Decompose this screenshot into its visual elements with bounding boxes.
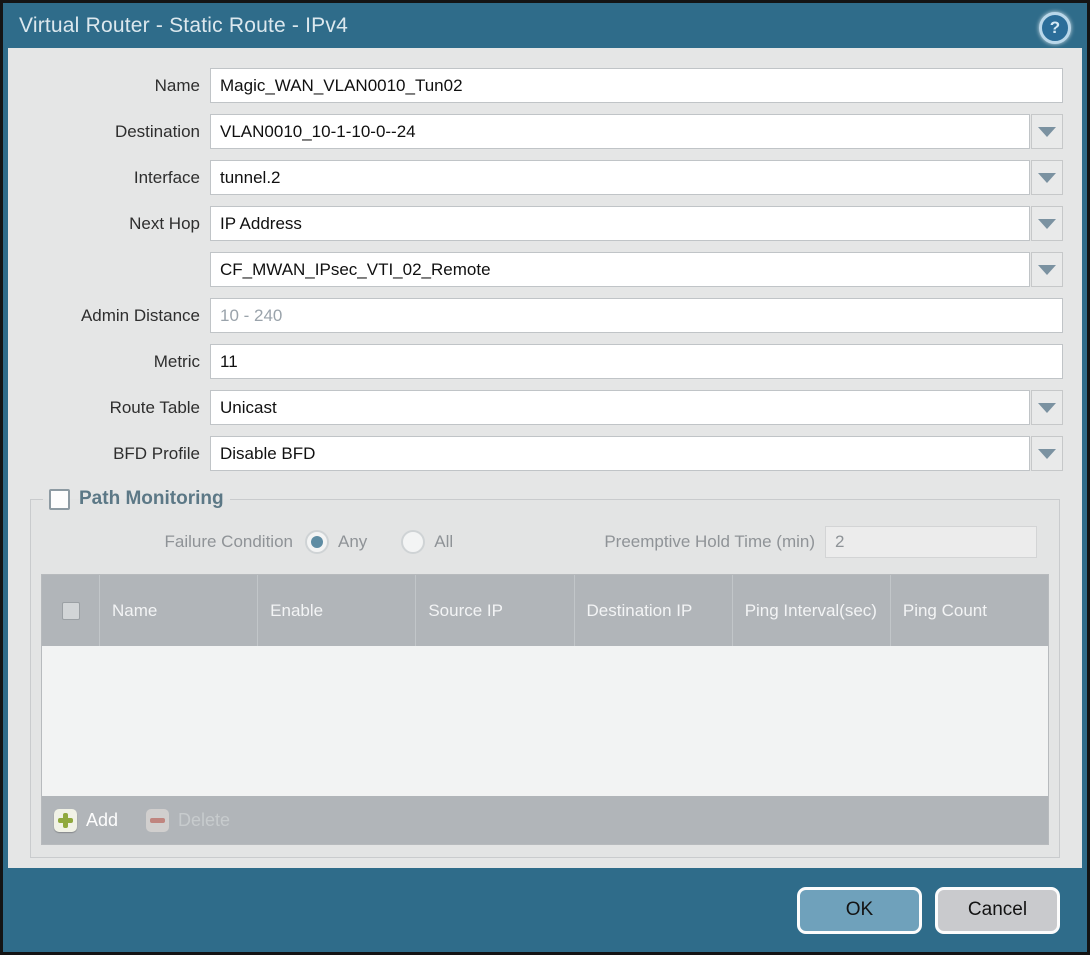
next-hop-type-input[interactable] <box>210 206 1030 241</box>
delete-button[interactable]: Delete <box>146 809 230 832</box>
path-monitoring-table: Name Enable Source IP Destination IP Pin… <box>41 574 1049 845</box>
failure-condition-options: Any All <box>305 530 487 554</box>
route-table-label: Route Table <box>8 398 210 418</box>
table-header-row: Name Enable Source IP Destination IP Pin… <box>42 575 1048 646</box>
failure-condition-label: Failure Condition <box>39 532 305 552</box>
next-hop-address-input[interactable] <box>210 252 1030 287</box>
minus-icon <box>146 809 169 832</box>
bfd-profile-row: BFD Profile <box>8 436 1063 471</box>
radio-label-all: All <box>434 532 453 552</box>
table-toolbar: Add Delete <box>42 796 1048 844</box>
next-hop-label: Next Hop <box>8 214 210 234</box>
interface-input[interactable] <box>210 160 1030 195</box>
next-hop-address-dropdown-button[interactable] <box>1031 252 1063 287</box>
route-table-dropdown-button[interactable] <box>1031 390 1063 425</box>
preemptive-hold-label: Preemptive Hold Time (min) <box>604 532 825 552</box>
path-monitoring-fieldset: Path Monitoring Failure Condition Any Al… <box>30 488 1060 858</box>
admin-distance-label: Admin Distance <box>8 306 210 326</box>
next-hop-address-row <box>8 252 1063 287</box>
route-table-input[interactable] <box>210 390 1030 425</box>
add-button[interactable]: Add <box>54 809 118 832</box>
failure-condition-row: Failure Condition Any All Preemptive Hol… <box>39 526 1037 558</box>
name-label: Name <box>8 76 210 96</box>
column-header-name[interactable]: Name <box>99 575 257 646</box>
radio-label-any: Any <box>338 532 367 552</box>
cancel-button[interactable]: Cancel <box>935 887 1060 934</box>
radio-option-all[interactable]: All <box>401 530 453 554</box>
radio-icon-all <box>401 530 425 554</box>
static-route-dialog: Virtual Router - Static Route - IPv4 ? N… <box>0 0 1090 955</box>
dialog-title: Virtual Router - Static Route - IPv4 <box>19 14 348 38</box>
ok-button[interactable]: OK <box>797 887 922 934</box>
next-hop-type-dropdown-button[interactable] <box>1031 206 1063 241</box>
chevron-down-icon <box>1038 265 1056 275</box>
title-bar: Virtual Router - Static Route - IPv4 <box>3 3 1087 48</box>
chevron-down-icon <box>1038 449 1056 459</box>
chevron-down-icon <box>1038 173 1056 183</box>
admin-distance-input[interactable] <box>210 298 1063 333</box>
help-icon[interactable]: ? <box>1039 12 1071 44</box>
name-row: Name <box>8 68 1063 103</box>
bfd-profile-dropdown-button[interactable] <box>1031 436 1063 471</box>
table-body-empty <box>42 646 1048 796</box>
interface-label: Interface <box>8 168 210 188</box>
destination-dropdown-button[interactable] <box>1031 114 1063 149</box>
add-button-label: Add <box>86 810 118 831</box>
table-header-select-cell <box>42 575 99 646</box>
radio-option-any[interactable]: Any <box>305 530 367 554</box>
column-header-ping-interval[interactable]: Ping Interval(sec) <box>732 575 890 646</box>
radio-icon-any <box>305 530 329 554</box>
interface-row: Interface <box>8 160 1063 195</box>
metric-input[interactable] <box>210 344 1063 379</box>
name-input[interactable] <box>210 68 1063 103</box>
column-header-source-ip[interactable]: Source IP <box>415 575 573 646</box>
path-monitoring-legend: Path Monitoring <box>43 488 230 510</box>
next-hop-row: Next Hop <box>8 206 1063 241</box>
dialog-body: Name Destination Interface <box>8 48 1082 868</box>
destination-label: Destination <box>8 122 210 142</box>
interface-dropdown-button[interactable] <box>1031 160 1063 195</box>
column-header-ping-count[interactable]: Ping Count <box>890 575 1048 646</box>
chevron-down-icon <box>1038 403 1056 413</box>
chevron-down-icon <box>1038 127 1056 137</box>
plus-icon <box>54 809 77 832</box>
column-header-enable[interactable]: Enable <box>257 575 415 646</box>
destination-input[interactable] <box>210 114 1030 149</box>
dialog-footer: OK Cancel <box>3 868 1087 952</box>
path-monitoring-checkbox[interactable] <box>49 489 70 510</box>
column-header-destination-ip[interactable]: Destination IP <box>574 575 732 646</box>
bfd-profile-input[interactable] <box>210 436 1030 471</box>
preemptive-hold-input[interactable] <box>825 526 1037 558</box>
path-monitoring-title: Path Monitoring <box>79 488 224 510</box>
delete-button-label: Delete <box>178 810 230 831</box>
chevron-down-icon <box>1038 219 1056 229</box>
bfd-profile-label: BFD Profile <box>8 444 210 464</box>
destination-row: Destination <box>8 114 1063 149</box>
metric-row: Metric <box>8 344 1063 379</box>
route-table-row: Route Table <box>8 390 1063 425</box>
metric-label: Metric <box>8 352 210 372</box>
admin-distance-row: Admin Distance <box>8 298 1063 333</box>
select-all-checkbox[interactable] <box>62 602 80 620</box>
